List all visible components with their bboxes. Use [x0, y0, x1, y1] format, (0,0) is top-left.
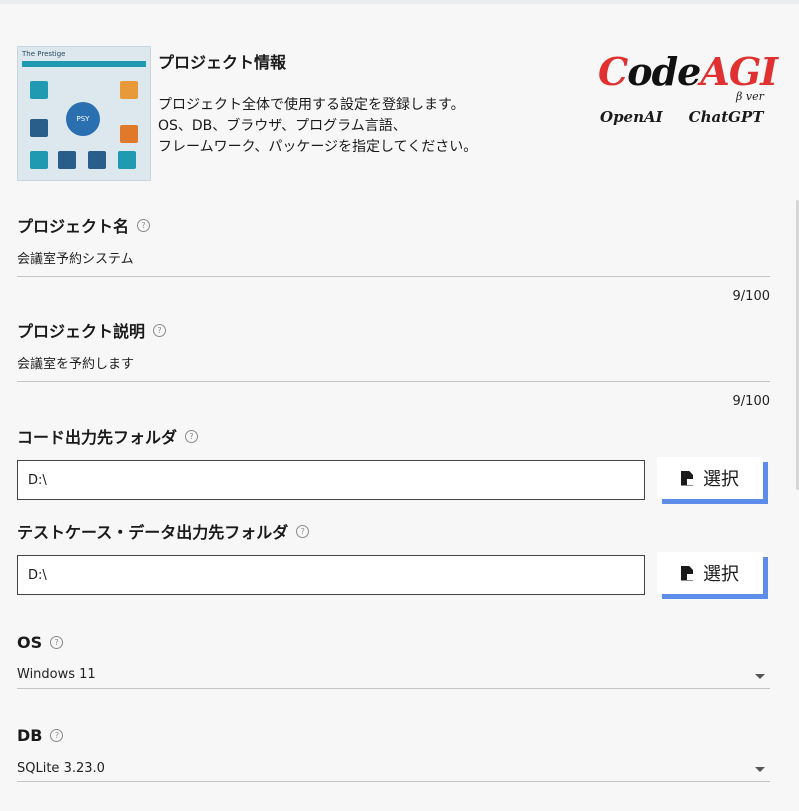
thumbnail-hub: PSY	[66, 102, 100, 136]
project-name-underline	[17, 276, 770, 277]
codeagi-logo: CodeAGI β ver OpenAI ChatGPT	[598, 52, 778, 127]
caret-down-icon[interactable]	[755, 674, 765, 679]
project-description-underline	[17, 381, 770, 382]
help-circle-icon[interactable]: ?	[153, 323, 167, 337]
file-select-icon	[681, 470, 693, 486]
thumbnail-tile	[30, 81, 48, 99]
logo-part-3: AGI	[700, 49, 778, 94]
code-output-folder-value: D:\	[28, 472, 47, 488]
project-name-input[interactable]: 会議室予約システム	[17, 248, 134, 267]
caret-down-icon[interactable]	[755, 767, 765, 772]
testcase-output-folder-value: D:\	[28, 567, 47, 583]
page-title: プロジェクト情報	[158, 53, 287, 72]
top-strip	[0, 0, 799, 4]
thumbnail-tile	[58, 151, 76, 169]
os-underline	[17, 688, 770, 689]
code-output-folder-label: コード出力先フォルダ ?	[17, 424, 199, 448]
code-output-select-button[interactable]: 選択	[657, 457, 763, 499]
db-select[interactable]: SQLite 3.23.0	[17, 761, 105, 776]
project-description-counter: 9/100	[732, 394, 770, 409]
thumbnail-tile	[118, 151, 136, 169]
select-button-label: 選択	[703, 469, 739, 490]
help-circle-icon[interactable]: ?	[50, 729, 64, 742]
logo-sub-chatgpt: ChatGPT	[688, 108, 764, 126]
project-name-counter: 9/100	[732, 289, 770, 304]
help-circle-icon[interactable]: ?	[50, 636, 64, 649]
thumbnail-tile	[88, 151, 106, 169]
project-description-input[interactable]: 会議室を予約します	[17, 353, 134, 372]
db-label: DB ?	[17, 726, 64, 745]
thumbnail-banner	[22, 61, 146, 67]
thumbnail-tile	[120, 81, 138, 99]
code-output-folder-label-text: コード出力先フォルダ	[17, 428, 178, 447]
os-select[interactable]: Windows 11	[17, 667, 96, 682]
help-circle-icon[interactable]: ?	[137, 218, 151, 232]
testcase-output-folder-label: テストケース・データ出力先フォルダ ?	[17, 519, 310, 543]
file-select-icon	[681, 565, 693, 581]
thumbnail-tile	[30, 119, 48, 137]
os-label-text: OS	[17, 633, 43, 652]
logo-subtitle: OpenAI ChatGPT	[600, 108, 763, 126]
logo-part-1: C	[598, 49, 628, 94]
help-circle-icon[interactable]: ?	[185, 429, 199, 443]
db-label-text: DB	[17, 726, 43, 745]
testcase-output-select-button[interactable]: 選択	[657, 552, 763, 594]
project-thumbnail: The Prestige PSY	[17, 46, 151, 181]
testcase-output-folder-label-text: テストケース・データ出力先フォルダ	[17, 523, 289, 542]
os-label: OS ?	[17, 633, 64, 652]
project-name-label: プロジェクト名 ?	[17, 213, 151, 237]
code-output-folder-input[interactable]: D:\	[17, 460, 645, 500]
project-name-label-text: プロジェクト名	[17, 217, 130, 236]
db-underline	[17, 781, 770, 782]
project-description-label: プロジェクト説明 ?	[17, 318, 167, 342]
logo-wordmark: CodeAGI	[598, 52, 778, 92]
select-button-label: 選択	[703, 564, 739, 585]
testcase-output-folder-input[interactable]: D:\	[17, 555, 645, 595]
page-description: プロジェクト全体で使用する設定を登録します。 OS、DB、ブラウザ、プログラム言…	[158, 97, 478, 155]
project-description-label-text: プロジェクト説明	[17, 322, 146, 341]
thumbnail-tile	[120, 125, 138, 143]
logo-sub-openai: OpenAI	[600, 108, 663, 126]
help-circle-icon[interactable]: ?	[296, 524, 310, 538]
logo-beta: β ver	[736, 90, 764, 103]
thumbnail-caption: The Prestige	[22, 50, 66, 58]
thumbnail-tile	[30, 151, 48, 169]
logo-part-2: ode	[627, 49, 701, 94]
